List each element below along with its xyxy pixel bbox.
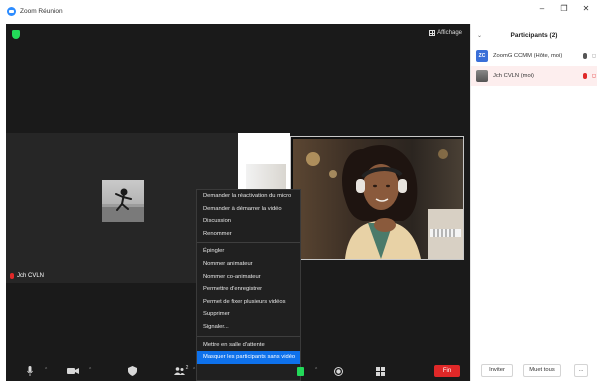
- end-meeting-button[interactable]: Fin: [434, 365, 460, 377]
- participant-row-self[interactable]: Jch CVLN (moi) ◻: [471, 66, 597, 86]
- participants-panel: ⌄ Participants (2) ZC ZoomG CCMM (Hôte, …: [470, 24, 597, 381]
- video-feed-image: [293, 139, 463, 259]
- menu-item-waiting-room[interactable]: Mettre en salle d'attente: [197, 339, 300, 352]
- security-icon[interactable]: [126, 364, 138, 378]
- video-options-chevron-icon[interactable]: ⌃: [88, 367, 92, 373]
- minimize-button[interactable]: –: [537, 4, 547, 13]
- menu-item-report[interactable]: Signaler...: [197, 321, 300, 334]
- record-icon[interactable]: [332, 364, 344, 378]
- menu-item-chat[interactable]: Discussion: [197, 215, 300, 228]
- menu-divider: [197, 335, 300, 337]
- meeting-toolbar: ⌃ ⌃ 2 ⌃ ⌃ Fin: [6, 361, 470, 381]
- participants-panel-footer: Inviter Muet tous ...: [471, 361, 597, 381]
- menu-item-make-host[interactable]: Nommer animateur: [197, 258, 300, 271]
- apps-grid-icon[interactable]: [374, 364, 386, 378]
- avatar: ZC: [476, 50, 488, 62]
- menu-item-multi-pin[interactable]: Permet de fixer plusieurs vidéos: [197, 296, 300, 309]
- avatar: [476, 70, 488, 82]
- participants-chevron-icon[interactable]: ⌃: [192, 367, 196, 373]
- muted-mic-icon: [10, 273, 14, 279]
- restore-button[interactable]: ❐: [559, 4, 569, 13]
- participants-count: 2: [185, 365, 189, 371]
- menu-item-ask-start-video[interactable]: Demander à démarrer la vidéo: [197, 203, 300, 216]
- participant-thumbnail: [102, 180, 144, 222]
- menu-item-allow-record[interactable]: Permettre d'enregistrer: [197, 283, 300, 296]
- muted-mic-icon[interactable]: [583, 73, 587, 79]
- collapse-chevron-icon[interactable]: ⌄: [477, 32, 482, 39]
- participant-name: Jch CVLN (moi): [493, 73, 534, 79]
- menu-item-ask-unmute[interactable]: Demander la réactivation du micro: [197, 190, 300, 203]
- participants-button[interactable]: 2: [172, 364, 190, 378]
- invite-button[interactable]: Inviter: [481, 364, 513, 377]
- participants-panel-title: Participants (2): [510, 31, 558, 39]
- view-label: Affichage: [437, 30, 462, 36]
- video-off-icon[interactable]: ◻: [592, 73, 596, 79]
- share-options-chevron-icon[interactable]: ⌃: [314, 367, 318, 373]
- microphone-icon[interactable]: [24, 364, 36, 378]
- participant-row-host[interactable]: ZC ZoomG CCMM (Hôte, moi) ◻: [471, 46, 597, 66]
- zoom-logo-icon: [7, 6, 16, 16]
- meeting-area: Affichage Jch CVLN Demander la réactivat…: [6, 24, 470, 381]
- participant-context-menu: Demander la réactivation du micro Demand…: [196, 189, 301, 381]
- participant-name-tag: Jch CVLN: [10, 273, 44, 279]
- window-controls: – ❐ ✕: [537, 4, 591, 13]
- menu-item-pin[interactable]: Épingler: [197, 245, 300, 258]
- spotlight-video[interactable]: [290, 136, 464, 260]
- close-button[interactable]: ✕: [581, 4, 591, 13]
- participant-name: ZoomG CCMM (Hôte, moi): [493, 53, 563, 59]
- more-options-button[interactable]: ...: [574, 364, 588, 377]
- title-bar: Zoom Réunion – ❐ ✕: [0, 0, 597, 22]
- audio-options-chevron-icon[interactable]: ⌃: [44, 367, 48, 373]
- menu-item-make-cohost[interactable]: Nommer co-animateur: [197, 271, 300, 284]
- security-shield-icon[interactable]: [12, 30, 20, 39]
- view-button[interactable]: Affichage: [429, 30, 462, 36]
- participant-name: Jch CVLN: [17, 273, 45, 279]
- video-camera-icon[interactable]: [66, 364, 80, 378]
- menu-item-remove[interactable]: Supprimer: [197, 308, 300, 321]
- microphone-icon[interactable]: [583, 53, 587, 59]
- menu-item-rename[interactable]: Renommer: [197, 228, 300, 241]
- share-screen-icon[interactable]: [296, 364, 304, 378]
- window-title: Zoom Réunion: [20, 7, 63, 15]
- menu-divider: [197, 242, 300, 244]
- video-status-icon[interactable]: ◻: [592, 53, 596, 59]
- mute-all-button[interactable]: Muet tous: [523, 364, 561, 377]
- grid-view-icon: [429, 30, 436, 36]
- participants-panel-header: ⌄ Participants (2): [471, 24, 597, 46]
